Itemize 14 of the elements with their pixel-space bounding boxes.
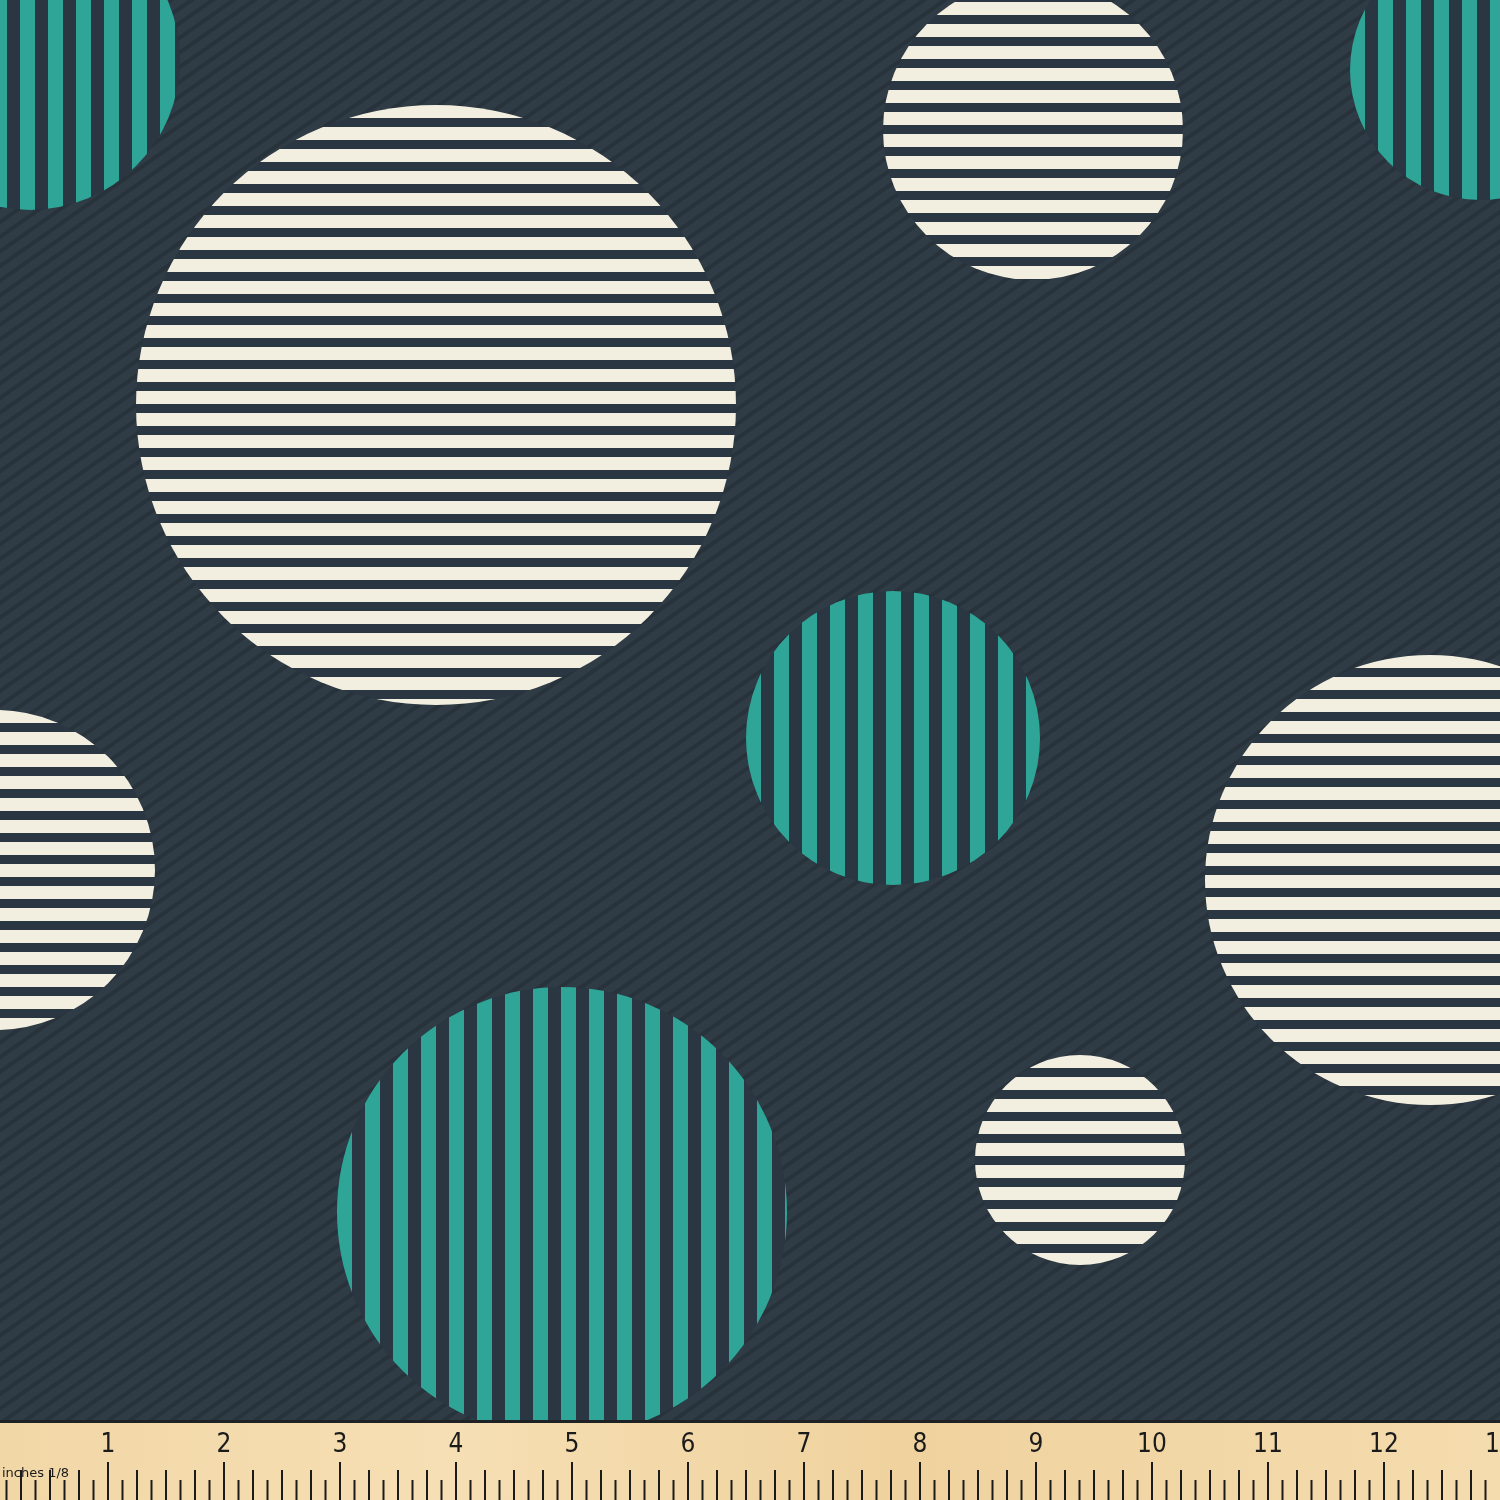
ruler-number: 6 [679, 1428, 697, 1458]
ruler-number: 7 [795, 1428, 813, 1458]
unit-label: inches 1/8 [2, 1465, 70, 1480]
ruler-number: 1 [1484, 1428, 1500, 1458]
ruler-number: 3 [331, 1428, 349, 1458]
ruler-number: 10 [1136, 1428, 1168, 1458]
ruler-number: 8 [911, 1428, 929, 1458]
ruler-number: 5 [563, 1428, 581, 1458]
ruler-number: 4 [447, 1428, 465, 1458]
ruler-number: 2 [215, 1428, 233, 1458]
ruler-number: 11 [1252, 1428, 1284, 1458]
ruler-number: 12 [1368, 1428, 1400, 1458]
ruler-number: 1 [99, 1428, 117, 1458]
ruler-number: 9 [1027, 1428, 1045, 1458]
